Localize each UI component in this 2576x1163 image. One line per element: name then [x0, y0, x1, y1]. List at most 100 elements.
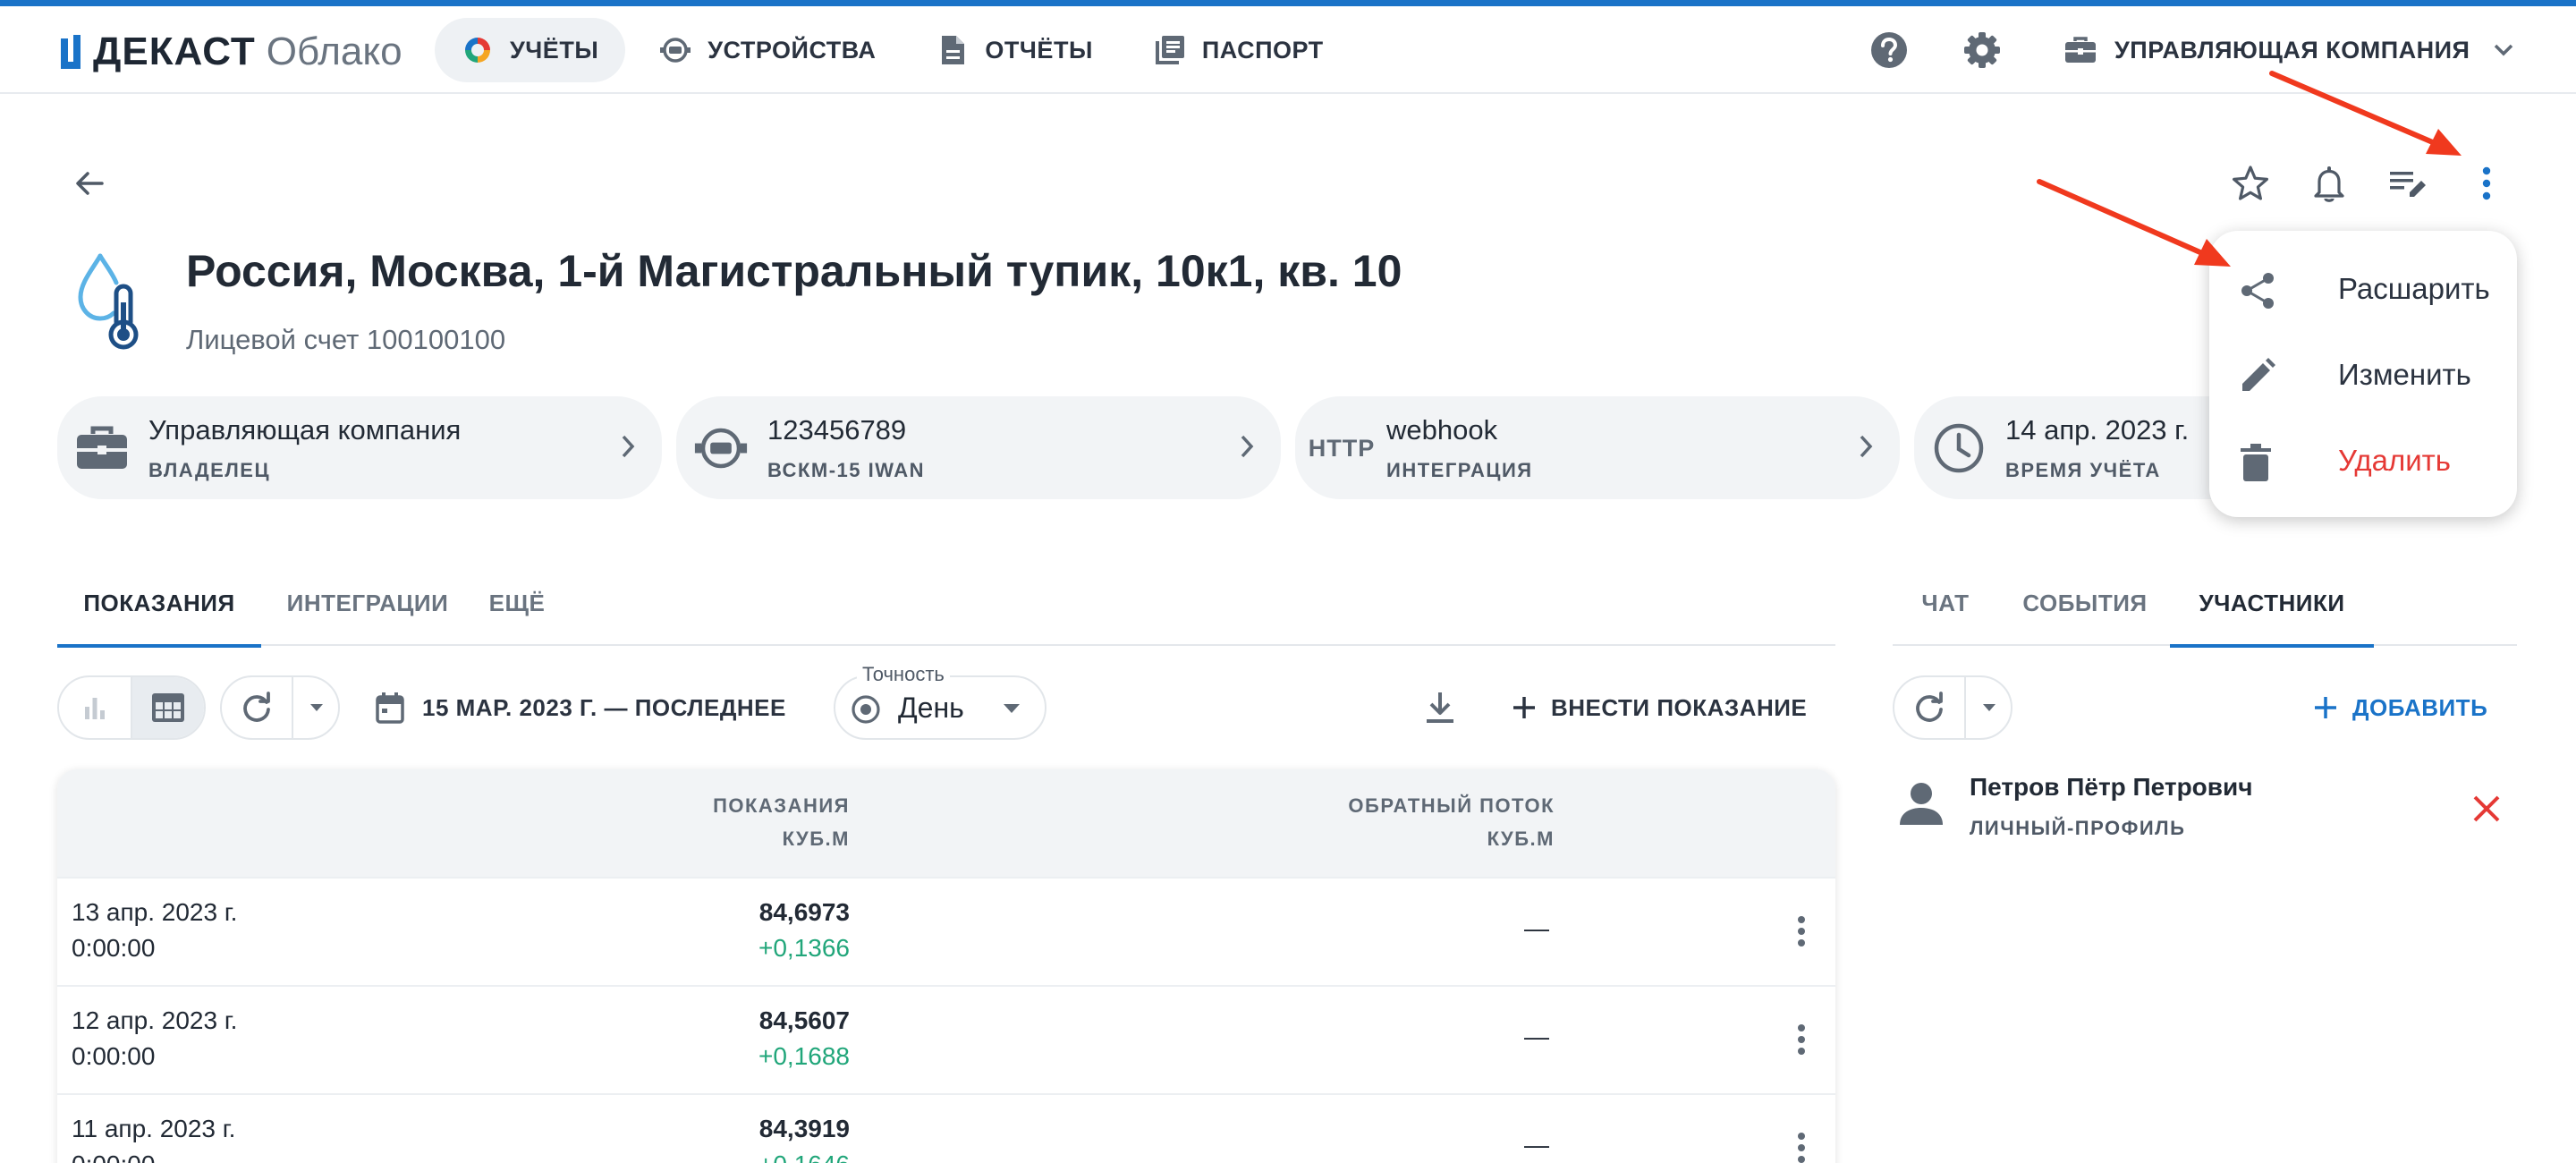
download-icon — [1427, 692, 1453, 723]
close-icon — [2473, 795, 2500, 822]
notifications-button[interactable] — [2304, 158, 2354, 208]
download-button[interactable] — [1415, 683, 1465, 733]
column-header-reverse-flow[interactable]: ОБРАТНЫЙ ПОТОК — [1348, 794, 1555, 818]
add-reading-button[interactable]: ВНЕСТИ ПОКАЗАНИЕ — [1512, 675, 1807, 740]
refresh-options-button[interactable] — [293, 677, 340, 738]
add-participant-label: ДОБАВИТЬ — [2352, 693, 2488, 721]
table-row[interactable]: 12 апр. 2023 г. 0:00:00 84,5607 +0,1688 … — [57, 985, 1835, 1093]
column-unit-readings: КУБ.М — [782, 828, 850, 850]
precision-label: Точность — [857, 663, 950, 686]
logo-brand: ДЕКАСТ — [93, 30, 256, 73]
row-date: 11 апр. 2023 г. — [72, 1115, 236, 1142]
refresh-button[interactable] — [1894, 677, 1964, 738]
card-integration[interactable]: HTTP webhook ИНТЕГРАЦИЯ — [1295, 396, 1900, 499]
menu-item-edit[interactable]: Изменить — [2209, 331, 2517, 417]
more-vertical-icon — [1798, 1024, 1805, 1055]
settings-button[interactable] — [1961, 29, 2004, 72]
row-time: 0:00:00 — [72, 934, 156, 962]
list-edit-icon — [2390, 172, 2426, 197]
card-device[interactable]: 123456789 ВСКМ-15 IWAN — [676, 396, 1281, 499]
table-row[interactable]: 11 апр. 2023 г. 0:00:00 84,3919 +0,1646 … — [57, 1093, 1835, 1163]
nav-item-meters[interactable]: УЧЁТЫ — [435, 18, 626, 82]
table-header: ПОКАЗАНИЯ КУБ.М ОБРАТНЫЙ ПОТОК КУБ.М — [57, 769, 1835, 877]
annotation-arrow-share — [2037, 179, 2231, 267]
passport-icon — [1154, 34, 1186, 66]
caret-down-icon — [310, 704, 323, 711]
row-reverse-flow: — — [1524, 1023, 1549, 1050]
row-value: 84,5607 — [758, 1006, 850, 1034]
star-icon — [2233, 166, 2268, 200]
company-selector[interactable]: УПРАВЛЯЮЩАЯ КОМПАНИЯ — [2064, 18, 2514, 82]
precision-select[interactable]: Точность День — [834, 663, 1046, 740]
nav-item-reports[interactable]: ОТЧЁТЫ — [910, 18, 1119, 82]
page-title: Россия, Москва, 1-й Магистральный тупик,… — [186, 246, 1402, 296]
remove-participant-button[interactable] — [2465, 787, 2508, 830]
tab-more[interactable]: ЕЩЁ — [474, 560, 560, 646]
tab-readings[interactable]: ПОКАЗАНИЯ — [57, 560, 261, 648]
plus-icon — [1512, 695, 1537, 720]
table-row[interactable]: 13 апр. 2023 г. 0:00:00 84,6973 +0,1366 … — [57, 877, 1835, 985]
meters-icon — [462, 34, 494, 66]
app-logo[interactable]: ДЕКАСТ Облако — [57, 30, 402, 74]
help-button[interactable] — [1868, 29, 1911, 72]
row-reverse-flow: — — [1524, 914, 1549, 942]
card-title: webhook — [1386, 414, 1498, 446]
menu-item-label: Расшарить — [2338, 272, 2490, 305]
view-toggle — [57, 675, 206, 740]
participants-refresh-control — [1893, 675, 2012, 740]
row-more-button[interactable] — [1784, 1125, 1819, 1163]
briefcase-icon — [75, 421, 129, 475]
tab-participants[interactable]: УЧАСТНИКИ — [2170, 560, 2374, 648]
nav-item-devices[interactable]: УСТРОЙСТВА — [632, 18, 902, 82]
column-header-readings[interactable]: ПОКАЗАНИЯ — [713, 794, 850, 818]
share-icon — [2240, 272, 2275, 314]
clock-icon — [1932, 421, 1986, 475]
tab-integrations[interactable]: ИНТЕГРАЦИИ — [275, 560, 460, 646]
company-name: УПРАВЛЯЮЩАЯ КОМПАНИЯ — [2114, 36, 2470, 64]
card-subtitle: ВЛАДЕЛЕЦ — [148, 459, 271, 481]
nav-item-passport[interactable]: ПАСПОРТ — [1127, 18, 1351, 82]
more-vertical-icon — [1798, 1133, 1805, 1163]
menu-item-delete[interactable]: Удалить — [2209, 417, 2517, 503]
menu-item-label: Удалить — [2338, 444, 2451, 477]
row-more-button[interactable] — [1784, 909, 1819, 954]
row-value: 84,3919 — [758, 1115, 850, 1142]
card-owner[interactable]: Управляющая компания ВЛАДЕЛЕЦ — [57, 396, 662, 499]
more-actions-menu: Расшарить Изменить Удалить — [2209, 231, 2517, 517]
participant-name: Петров Пётр Петрович — [1970, 773, 2253, 801]
column-unit-reverse-flow: КУБ.М — [1487, 828, 1555, 850]
chevron-right-icon — [1238, 432, 1256, 465]
row-more-button[interactable] — [1784, 1017, 1819, 1062]
more-actions-button[interactable] — [2462, 158, 2512, 208]
nav-item-label: УЧЁТЫ — [510, 36, 599, 64]
card-title: 123456789 — [767, 414, 907, 446]
row-delta: +0,1688 — [758, 1042, 850, 1070]
tab-events[interactable]: СОБЫТИЯ — [1998, 560, 2172, 646]
report-icon — [936, 34, 969, 66]
menu-item-share[interactable]: Расшарить — [2209, 245, 2517, 331]
tab-chat[interactable]: ЧАТ — [1893, 560, 1998, 646]
http-icon: HTTP — [1308, 434, 1376, 462]
menu-item-label: Изменить — [2338, 358, 2471, 391]
caret-down-icon — [1002, 702, 1021, 719]
caret-down-icon — [1983, 704, 1996, 711]
refresh-options-button[interactable] — [1966, 677, 2012, 738]
chevron-right-icon — [1857, 432, 1875, 465]
refresh-icon — [1916, 692, 1943, 722]
notes-button[interactable] — [2383, 158, 2433, 208]
add-participant-button[interactable]: ДОБАВИТЬ — [2313, 675, 2487, 740]
chart-view-button[interactable] — [59, 677, 131, 738]
precision-value: День — [898, 692, 964, 724]
date-range-button[interactable]: 15 МАР. 2023 Г. — ПОСЛЕДНЕЕ — [376, 675, 786, 740]
table-view-button[interactable] — [132, 677, 204, 738]
favorite-button[interactable] — [2225, 158, 2275, 208]
main-nav: УЧЁТЫ УСТРОЙСТВА ОТЧЁТЫ ПАСПОРТ — [435, 18, 1358, 82]
edit-icon — [2240, 358, 2275, 398]
bell-icon — [2314, 166, 2344, 202]
water-meter-icon — [694, 421, 748, 475]
refresh-button[interactable] — [222, 677, 292, 738]
calendar-icon — [376, 692, 404, 724]
back-button[interactable] — [64, 158, 114, 208]
nav-item-label: УСТРОЙСТВА — [708, 36, 877, 64]
refresh-icon — [243, 692, 270, 722]
